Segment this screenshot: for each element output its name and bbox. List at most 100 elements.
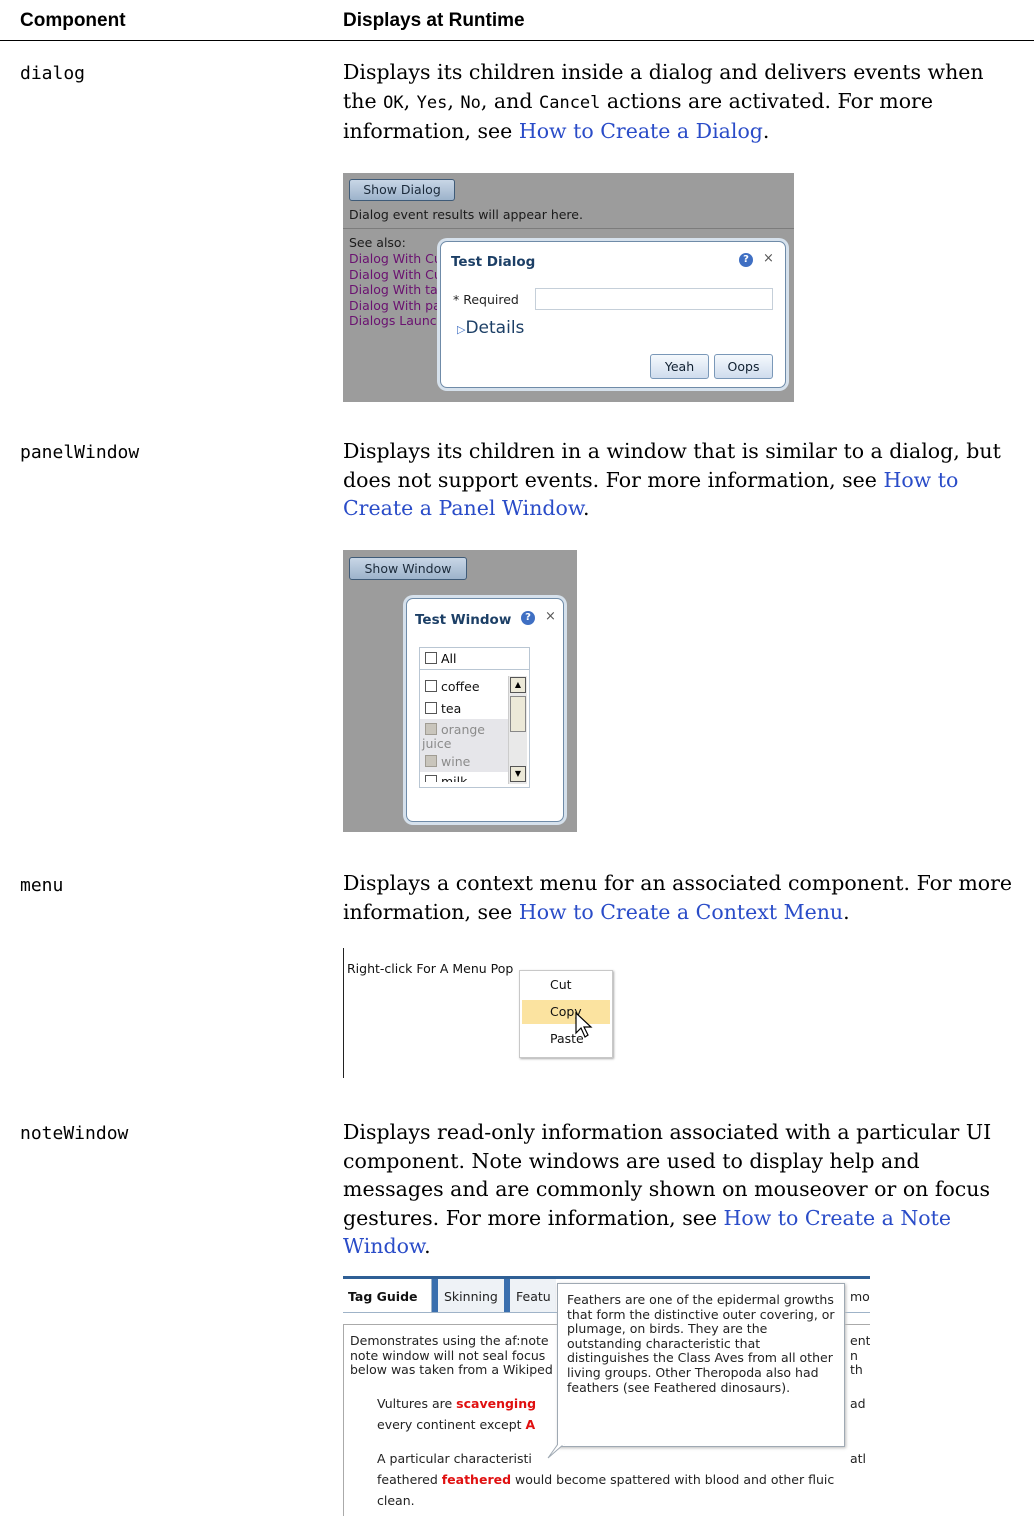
menu-screenshot: Right-click For A Menu Pop Cut Copy Past… [343,948,623,1080]
dialog-result-text: Dialog event results will appear here. [349,207,583,222]
text-line: note window will not seal focus [350,1347,546,1363]
menu-trigger-text[interactable]: Right-click For A Menu Pop [347,961,513,976]
scroll-thumb[interactable] [510,696,526,732]
text: every continent except [377,1417,526,1432]
show-window-button[interactable]: Show Window [349,557,467,580]
text-line: n th [850,1347,863,1377]
dialog-screenshot: Show Dialog Dialog event results will ap… [343,173,794,402]
yeah-button[interactable]: Yeah [650,354,709,379]
desc-text: , [447,88,461,113]
item-label: coffee [441,679,480,694]
test-dialog: Test Dialog ? × * Required ▷Details Yeah… [440,241,786,388]
test-window: Test Window ? × All coffee tea orange ju… [406,598,564,822]
clean-line: clean. [377,1493,415,1508]
see-also-link[interactable]: Dialog With pa [349,298,445,314]
list-item[interactable]: coffee [425,676,512,698]
oops-button[interactable]: Oops [714,354,773,379]
code-cancel: Cancel [538,92,601,113]
dialog-title: Test Dialog [451,254,536,270]
see-also-link[interactable]: Dialog With Cu [349,267,445,283]
desc-text: , and [480,88,539,113]
details-label: Details [465,318,525,338]
item-label: orange [441,722,485,737]
checkbox [425,723,437,735]
tab-label: Featu [516,1289,551,1304]
details-disclosure[interactable]: ▷Details [457,318,524,338]
see-also-links: Dialog With Cu Dialog With Cu Dialog Wit… [349,251,445,329]
feathered-line: feathered feathered would become spatter… [377,1472,834,1487]
list-scrollbar[interactable]: ▲ ▼ [508,676,527,784]
panelwindow-screenshot: Show Window Test Window ? × All coffee t… [343,550,577,832]
text: feathered [377,1472,442,1487]
component-name-dialog: dialog [20,63,86,84]
tab-features[interactable]: Featu [510,1279,556,1312]
note-trigger-word[interactable]: feathered [442,1472,511,1487]
help-icon[interactable]: ? [521,611,535,625]
scroll-up-icon[interactable]: ▲ [510,677,526,693]
menu-item-cut[interactable]: Cut [550,977,572,992]
description-panelwindow: Displays its children in a window that i… [343,437,1023,523]
see-also-link[interactable]: Dialogs Launch [349,313,445,329]
particular-line: A particular characteristi [377,1451,532,1466]
tab-more[interactable]: mor [850,1289,870,1304]
list-item[interactable]: milk [425,772,512,782]
continent-line: every continent except A [377,1417,535,1432]
checkbox[interactable] [425,701,437,714]
note-window: Feathers are one of the epidermal growth… [557,1283,845,1447]
checkbox[interactable] [425,680,437,692]
list-items: coffee tea orange juice wine milk [420,676,512,782]
desc-text: , [403,88,417,113]
checkbox[interactable] [425,652,437,664]
link-create-context-menu[interactable]: How to Create a Context Menu [519,900,843,924]
see-also-link[interactable]: Dialog With ta [349,282,445,298]
list-item[interactable]: tea [425,698,512,720]
mouse-cursor-icon [575,1011,593,1038]
scroll-down-icon[interactable]: ▼ [510,766,526,782]
tab-label: Tag Guide [348,1289,418,1304]
code-ok: OK [383,92,404,113]
checkbox[interactable] [425,775,437,782]
note-trigger-word[interactable]: A [526,1417,536,1432]
header-rule [0,40,1034,41]
component-name-notewindow: noteWindow [20,1123,129,1144]
close-icon[interactable]: × [763,251,774,266]
description-dialog: Displays its children inside a dialog an… [343,58,1023,146]
window-title: Test Window [415,612,512,628]
description-notewindow: Displays read-only information associate… [343,1118,1023,1261]
list-item: wine [420,750,512,772]
column-header-displays: Displays at Runtime [343,10,525,31]
required-input[interactable] [535,288,773,310]
text-line: ent [850,1333,870,1348]
text-fragment: ad [850,1396,866,1411]
notewindow-screenshot: Tag Guide Skinning Featu mor Demonstrate… [343,1276,870,1516]
help-icon[interactable]: ? [739,253,753,267]
all-checkbox-row[interactable]: All [420,648,529,670]
tab-skinning[interactable]: Skinning [438,1279,504,1312]
divider [343,948,344,1078]
show-dialog-button[interactable]: Show Dialog [349,179,455,201]
link-create-dialog[interactable]: How to Create a Dialog [519,119,763,143]
component-name-menu: menu [20,875,64,896]
column-header-component: Component [20,10,126,31]
tab-label: Skinning [444,1289,498,1304]
note-trigger-word[interactable]: scavenging [456,1396,536,1411]
text-line: Demonstrates using the af:note [350,1333,549,1348]
desc-text: . [424,1234,431,1258]
item-label: wine [441,753,471,769]
item-label: milk [441,774,468,782]
desc-text: . [583,496,590,520]
required-label: * Required [453,292,519,307]
tab-tag-guide[interactable]: Tag Guide [343,1279,432,1312]
text: Vultures are [377,1396,457,1411]
intro-text: Demonstrates using the af:note note wind… [350,1333,553,1378]
divider [343,228,794,229]
vultures-line: Vultures are scavenging [377,1396,536,1411]
desc-text: . [843,899,850,924]
note-pointer-icon [547,1444,565,1459]
item-label: tea [441,700,462,716]
text: would become spattered with blood and ot… [511,1472,835,1487]
code-no: No [460,92,481,113]
close-icon[interactable]: × [545,609,556,624]
text-line: below was taken from a Wikiped [350,1362,553,1377]
see-also-link[interactable]: Dialog With Cu [349,251,445,267]
